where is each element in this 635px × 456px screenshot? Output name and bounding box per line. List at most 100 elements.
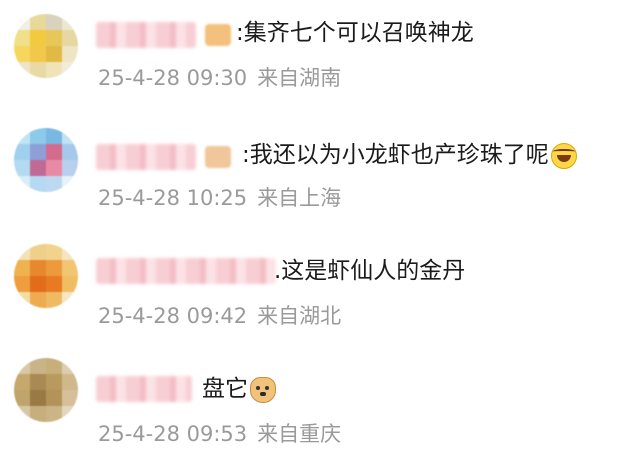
comment-location: 来自湖北 [257, 304, 342, 328]
avatar-mosaic-cell [14, 176, 30, 192]
avatar-mosaic-cell [46, 390, 62, 406]
comment-text: :我还以为小龙虾也产珍珠了呢 [242, 140, 577, 170]
avatar-mosaic-cell [62, 30, 78, 46]
comment-time: 25-4-28 09:53 [98, 422, 248, 446]
comment-text: .这是虾仙人的金丹 [274, 256, 465, 286]
avatar-mosaic-cell [14, 260, 30, 276]
avatar-mosaic-cell [14, 128, 30, 144]
avatar-mosaic-cell [46, 374, 62, 390]
username-redacted[interactable] [96, 144, 196, 170]
avatar-mosaic-cell [62, 46, 78, 62]
avatar-mosaic-cell [62, 276, 78, 292]
avatar[interactable] [14, 244, 78, 308]
avatar-mosaic-cell [30, 260, 46, 276]
avatar-mosaic-cell [62, 374, 78, 390]
user-badge-redacted [205, 146, 231, 168]
avatar-mosaic-cell [46, 260, 62, 276]
avatar-mosaic-cell [62, 260, 78, 276]
avatar-mosaic-cell [14, 276, 30, 292]
comment-meta: 25-4-28 10:25 来自上海 [98, 184, 341, 212]
comment-time: 25-4-28 10:25 [98, 186, 248, 210]
avatar-mosaic-cell [46, 276, 62, 292]
avatar-mosaic-cell [46, 30, 62, 46]
comment-item: :集齐七个可以召唤神龙 25-4-28 09:30 来自湖南 [0, 0, 635, 112]
avatar-mosaic-cell [46, 292, 62, 308]
avatar-mosaic-cell [30, 358, 46, 374]
comment-text: 盘它 [202, 374, 276, 404]
avatar-mosaic-cell [14, 144, 30, 160]
avatar-mosaic-cell [62, 160, 78, 176]
avatar-mosaic-cell [46, 160, 62, 176]
avatar-mosaic-cell [30, 144, 46, 160]
comment-location: 来自上海 [257, 186, 342, 210]
avatar-mosaic-cell [30, 14, 46, 30]
avatar-mosaic-cell [30, 176, 46, 192]
avatar-mosaic-cell [46, 14, 62, 30]
avatar-mosaic-cell [62, 14, 78, 30]
avatar-mosaic-cell [62, 390, 78, 406]
avatar-mosaic-cell [46, 46, 62, 62]
username-redacted[interactable] [96, 258, 276, 284]
avatar-mosaic-cell [30, 244, 46, 260]
avatar-mosaic-cell [14, 374, 30, 390]
avatar-mosaic-cell [30, 276, 46, 292]
avatar[interactable] [14, 14, 78, 78]
avatar-mosaic-cell [62, 144, 78, 160]
avatar-mosaic-cell [62, 62, 78, 78]
avatar-mosaic-cell [30, 128, 46, 144]
comment-text-content: 盘它 [202, 376, 248, 402]
comment-item: .这是虾仙人的金丹 25-4-28 09:42 来自湖北 [0, 230, 635, 342]
avatar-mosaic-cell [62, 358, 78, 374]
avatar-mosaic-cell [30, 46, 46, 62]
avatar-mosaic-cell [62, 406, 78, 422]
avatar-mosaic-cell [62, 244, 78, 260]
avatar-mosaic-cell [30, 374, 46, 390]
username-redacted[interactable] [96, 22, 196, 48]
avatar-mosaic-cell [46, 176, 62, 192]
avatar-mosaic-cell [30, 292, 46, 308]
comment-time: 25-4-28 09:30 [98, 66, 248, 90]
comment-location: 来自湖南 [257, 66, 342, 90]
avatar-mosaic-cell [14, 358, 30, 374]
username-redacted[interactable] [96, 376, 192, 402]
comment-text: :集齐七个可以召唤神龙 [236, 18, 474, 48]
comment-meta: 25-4-28 09:53 来自重庆 [98, 420, 341, 448]
avatar-mosaic-cell [46, 144, 62, 160]
doge-emoji-icon [250, 376, 276, 403]
comment-item: 盘它 25-4-28 09:53 来自重庆 [0, 344, 635, 456]
avatar-mosaic-cell [46, 244, 62, 260]
avatar-mosaic-cell [14, 292, 30, 308]
avatar-mosaic-cell [14, 30, 30, 46]
user-badge-redacted [205, 24, 231, 46]
comment-meta: 25-4-28 09:42 来自湖北 [98, 302, 341, 330]
comment-item: :我还以为小龙虾也产珍珠了呢 25-4-28 10:25 来自上海 [0, 114, 635, 226]
avatar-mosaic-cell [14, 244, 30, 260]
avatar-mosaic-cell [14, 62, 30, 78]
avatar[interactable] [14, 358, 78, 422]
comment-location: 来自重庆 [257, 422, 342, 446]
comment-text-content: .这是虾仙人的金丹 [274, 258, 466, 284]
avatar-mosaic-cell [14, 14, 30, 30]
avatar-mosaic-cell [30, 62, 46, 78]
avatar-mosaic-cell [46, 62, 62, 78]
avatar-mosaic-cell [30, 30, 46, 46]
avatar-mosaic-cell [14, 406, 30, 422]
comment-text-content: :我还以为小龙虾也产珍珠了呢 [242, 142, 549, 168]
avatar-mosaic-cell [46, 406, 62, 422]
avatar-mosaic-cell [14, 46, 30, 62]
comment-text-content: :集齐七个可以召唤神龙 [236, 20, 474, 46]
comment-list: :集齐七个可以召唤神龙 25-4-28 09:30 来自湖南 :我还以为小龙虾也产… [0, 0, 635, 456]
avatar-mosaic-cell [30, 160, 46, 176]
avatar-mosaic-cell [46, 128, 62, 144]
avatar-mosaic-cell [62, 128, 78, 144]
laughing-crying-emoji-icon [550, 142, 577, 169]
avatar-mosaic-cell [46, 358, 62, 374]
avatar-mosaic-cell [14, 160, 30, 176]
avatar-mosaic-cell [62, 292, 78, 308]
avatar-mosaic-cell [30, 406, 46, 422]
avatar[interactable] [14, 128, 78, 192]
comment-meta: 25-4-28 09:30 来自湖南 [98, 64, 341, 92]
avatar-mosaic-cell [14, 390, 30, 406]
comment-time: 25-4-28 09:42 [98, 304, 248, 328]
avatar-mosaic-cell [30, 390, 46, 406]
